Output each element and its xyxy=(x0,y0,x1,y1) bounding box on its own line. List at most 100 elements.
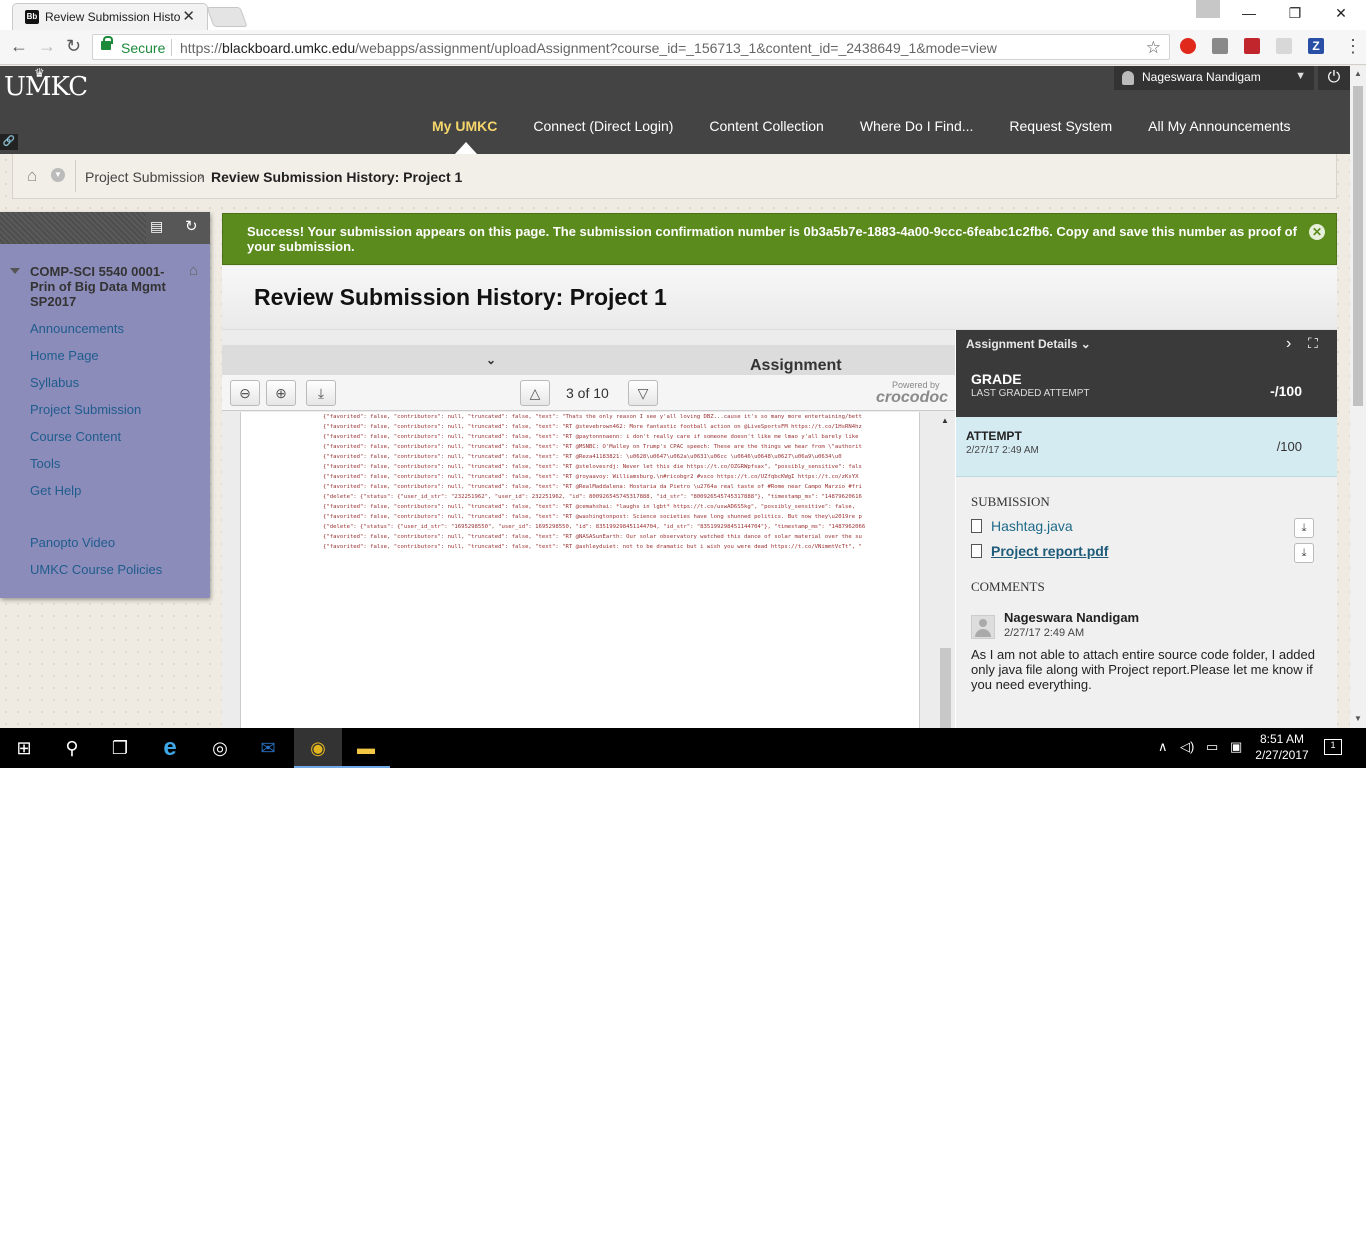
course-link-announcements[interactable]: Announcements xyxy=(30,321,124,336)
breadcrumb-project-submission[interactable]: Project Submission xyxy=(85,169,205,185)
expand-fullscreen-icon[interactable]: ⛶ xyxy=(1308,335,1318,352)
forward-icon[interactable]: → xyxy=(38,36,56,57)
groove-music-icon[interactable]: ◎ xyxy=(196,728,244,768)
refresh-icon[interactable]: ↻ xyxy=(185,217,198,235)
scroll-up-icon[interactable]: ▲ xyxy=(941,416,949,425)
doc-line: {"favorited": false, "contributors": nul… xyxy=(323,444,862,450)
user-icon xyxy=(1122,71,1134,85)
avatar xyxy=(971,615,995,639)
link-icon[interactable]: 🔗 xyxy=(0,134,18,150)
opera-extension-icon[interactable] xyxy=(1180,38,1196,54)
file-link[interactable]: Hashtag.java xyxy=(991,518,1073,534)
acrobat-extension-icon[interactable] xyxy=(1276,38,1292,54)
task-view-icon[interactable]: ❐ xyxy=(96,728,144,768)
chevron-down-icon[interactable]: ▼ xyxy=(51,168,65,182)
next-page-icon[interactable]: ▽ xyxy=(628,380,658,406)
breadcrumb-separator-icon: › xyxy=(199,168,204,183)
screen: Bb Review Submission History ✕ — ❐ ✕ ← →… xyxy=(0,0,1366,768)
edge-browser-icon[interactable]: e xyxy=(146,728,194,768)
close-window-icon[interactable]: ✕ xyxy=(1318,0,1364,28)
minimize-icon[interactable]: — xyxy=(1226,0,1272,28)
windows-start-icon[interactable]: ⊞ xyxy=(0,728,48,768)
document-page[interactable]: {"favorited": false, "contributors": nul… xyxy=(240,412,920,728)
battery-icon[interactable]: ▭ xyxy=(1206,739,1218,755)
comment-author: Nageswara Nandigam xyxy=(1004,610,1140,625)
notifications-icon[interactable]: 1 xyxy=(1324,739,1342,755)
file-explorer-icon[interactable]: ▬ xyxy=(342,728,390,768)
attempt-row[interactable]: ATTEMPT 2/27/17 2:49 AM /100 xyxy=(956,417,1337,477)
assignment-details-toggle[interactable]: Assignment Details ⌄ xyxy=(966,337,1091,351)
grade-value: -/100 xyxy=(1270,383,1302,399)
nav-request-system[interactable]: Request System xyxy=(1009,118,1112,134)
tab-title: Review Submission History xyxy=(45,10,180,24)
course-link-get-help[interactable]: Get Help xyxy=(30,483,81,498)
file-link[interactable]: Project report.pdf xyxy=(991,543,1108,559)
folder-view-icon[interactable]: ▤ xyxy=(150,218,163,235)
course-link-course-content[interactable]: Course Content xyxy=(30,429,121,444)
course-home-icon[interactable]: ⌂ xyxy=(189,262,198,279)
course-link-umkc-course-policies[interactable]: UMKC Course Policies xyxy=(30,562,162,577)
course-link-syllabus[interactable]: Syllabus xyxy=(30,375,79,390)
crocodoc-logo: crocodoc xyxy=(876,389,949,406)
scroll-down-icon[interactable]: ▼ xyxy=(1354,714,1362,723)
new-tab-button[interactable] xyxy=(206,7,248,27)
browser-tab[interactable]: Bb Review Submission History ✕ xyxy=(12,3,208,30)
nav-where-do-i-find[interactable]: Where Do I Find... xyxy=(860,118,974,134)
umkc-logo[interactable]: ♛ UMKC xyxy=(4,66,88,102)
tab-close-icon[interactable]: ✕ xyxy=(182,7,195,25)
network-icon[interactable]: ▣ xyxy=(1230,739,1242,755)
download-icon[interactable]: ⤓ xyxy=(1294,543,1314,563)
assignment-details-panel: Assignment Details ⌄ › ⛶ GRADE LAST GRAD… xyxy=(956,330,1337,728)
address-bar[interactable]: Secure https://blackboard.umkc.edu/webap… xyxy=(92,34,1170,60)
profile-icon[interactable] xyxy=(1196,0,1220,18)
course-link-project-submission[interactable]: Project Submission xyxy=(30,402,141,417)
success-message: Success! Your submission appears on this… xyxy=(247,224,1297,254)
search-icon[interactable]: ⚲ xyxy=(48,728,96,768)
lock-icon xyxy=(101,36,113,50)
nav-all-my-announcements[interactable]: All My Announcements xyxy=(1148,118,1290,134)
course-link-tools[interactable]: Tools xyxy=(30,456,60,471)
viewer-scroll-thumb[interactable] xyxy=(940,648,951,728)
course-link-panopto-video[interactable]: Panopto Video xyxy=(30,535,115,550)
instructions-label: Assignment Instructions ⌄ xyxy=(486,351,842,392)
outlook-icon[interactable]: ✉ xyxy=(244,728,292,768)
home-icon[interactable]: ⌂ xyxy=(27,166,37,186)
collapse-panel-icon[interactable]: › xyxy=(1286,335,1291,353)
page-scrollbar[interactable]: ▲ ▼ xyxy=(1350,66,1366,728)
zoom-in-icon[interactable]: ⊕ xyxy=(266,380,296,406)
bookmark-star-icon[interactable]: ☆ xyxy=(1146,38,1161,58)
url-text[interactable]: https://blackboard.umkc.edu/webapps/assi… xyxy=(180,40,997,56)
nav-connect[interactable]: Connect (Direct Login) xyxy=(533,118,673,134)
volume-icon[interactable]: ◁) xyxy=(1180,739,1194,755)
browser-menu-icon[interactable]: ⋮ xyxy=(1344,36,1362,57)
course-link-home-page[interactable]: Home Page xyxy=(30,348,99,363)
user-name: Nageswara Nandigam xyxy=(1142,70,1261,84)
user-menu[interactable]: Nageswara Nandigam ▼ xyxy=(1114,66,1314,90)
viewer-scrollbar[interactable]: ▲ xyxy=(938,412,954,728)
logout-power-icon[interactable]: ⏻ xyxy=(1318,66,1350,90)
previous-page-icon[interactable]: △ xyxy=(520,380,550,406)
zoom-out-icon[interactable]: ⊖ xyxy=(230,380,260,406)
chrome-icon[interactable]: ◉ xyxy=(294,728,342,768)
download-doc-icon[interactable]: ⤓ xyxy=(306,380,336,406)
nav-my-umkc[interactable]: My UMKC xyxy=(432,118,497,134)
taskbar-clock[interactable]: 8:51 AM 2/27/2017 xyxy=(1252,731,1312,763)
scroll-up-icon[interactable]: ▲ xyxy=(1354,69,1362,78)
page-scroll-thumb[interactable] xyxy=(1353,86,1363,406)
zotero-extension-icon[interactable]: Z xyxy=(1308,38,1324,54)
doc-line: {"favorited": false, "contributors": nul… xyxy=(323,474,859,480)
course-title[interactable]: COMP-SCI 5540 0001-Prin of Big Data Mgmt… xyxy=(30,264,180,309)
pdf-extension-icon[interactable] xyxy=(1244,38,1260,54)
restore-icon[interactable]: ❐ xyxy=(1272,0,1318,28)
attempt-label: ATTEMPT xyxy=(966,429,1022,443)
extension-icon[interactable] xyxy=(1212,38,1228,54)
course-menu-texture xyxy=(0,212,146,244)
reload-icon[interactable]: ↻ xyxy=(66,36,81,57)
download-icon[interactable]: ⤓ xyxy=(1294,518,1314,538)
collapse-triangle-icon[interactable] xyxy=(10,268,20,274)
tray-chevron-icon[interactable]: ∧ xyxy=(1158,739,1168,755)
close-banner-icon[interactable]: ✕ xyxy=(1309,224,1325,240)
nav-content-collection[interactable]: Content Collection xyxy=(709,118,823,134)
instructions-toggle[interactable]: Assignment Instructions ⌄ xyxy=(222,345,955,392)
back-icon[interactable]: ← xyxy=(10,36,28,57)
